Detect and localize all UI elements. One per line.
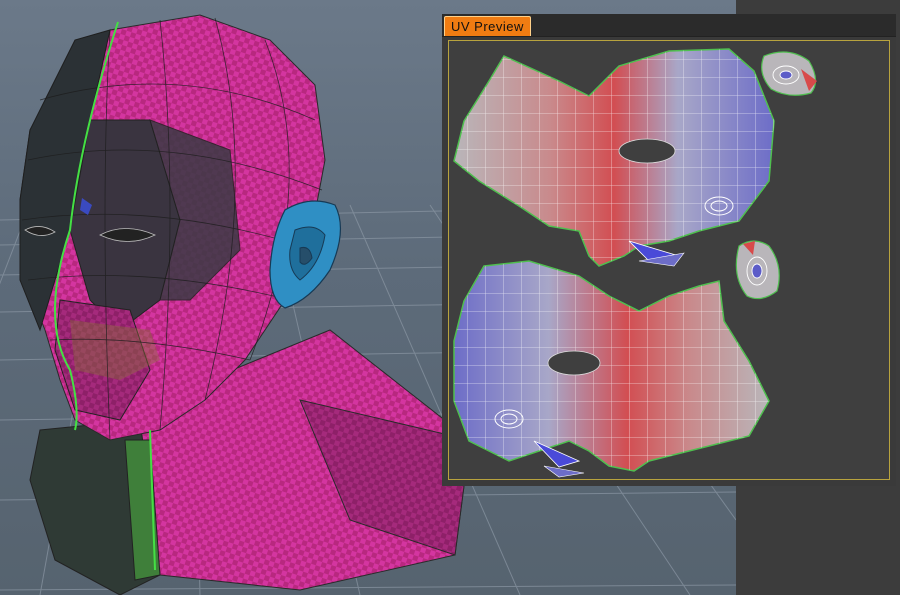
uv-preview-tab[interactable]: UV Preview xyxy=(444,16,531,36)
uv-shell-bottom[interactable] xyxy=(453,260,770,472)
uv-layout xyxy=(453,48,817,478)
uv-shell-ear-top[interactable] xyxy=(761,51,817,96)
uv-preview-panel: UV Preview xyxy=(442,14,896,486)
uv-shell-ear-bottom[interactable] xyxy=(735,240,780,300)
uv-preview-canvas[interactable] xyxy=(448,40,890,480)
uv-preview-header: UV Preview xyxy=(442,14,896,37)
uv-shell-top[interactable] xyxy=(453,48,775,267)
